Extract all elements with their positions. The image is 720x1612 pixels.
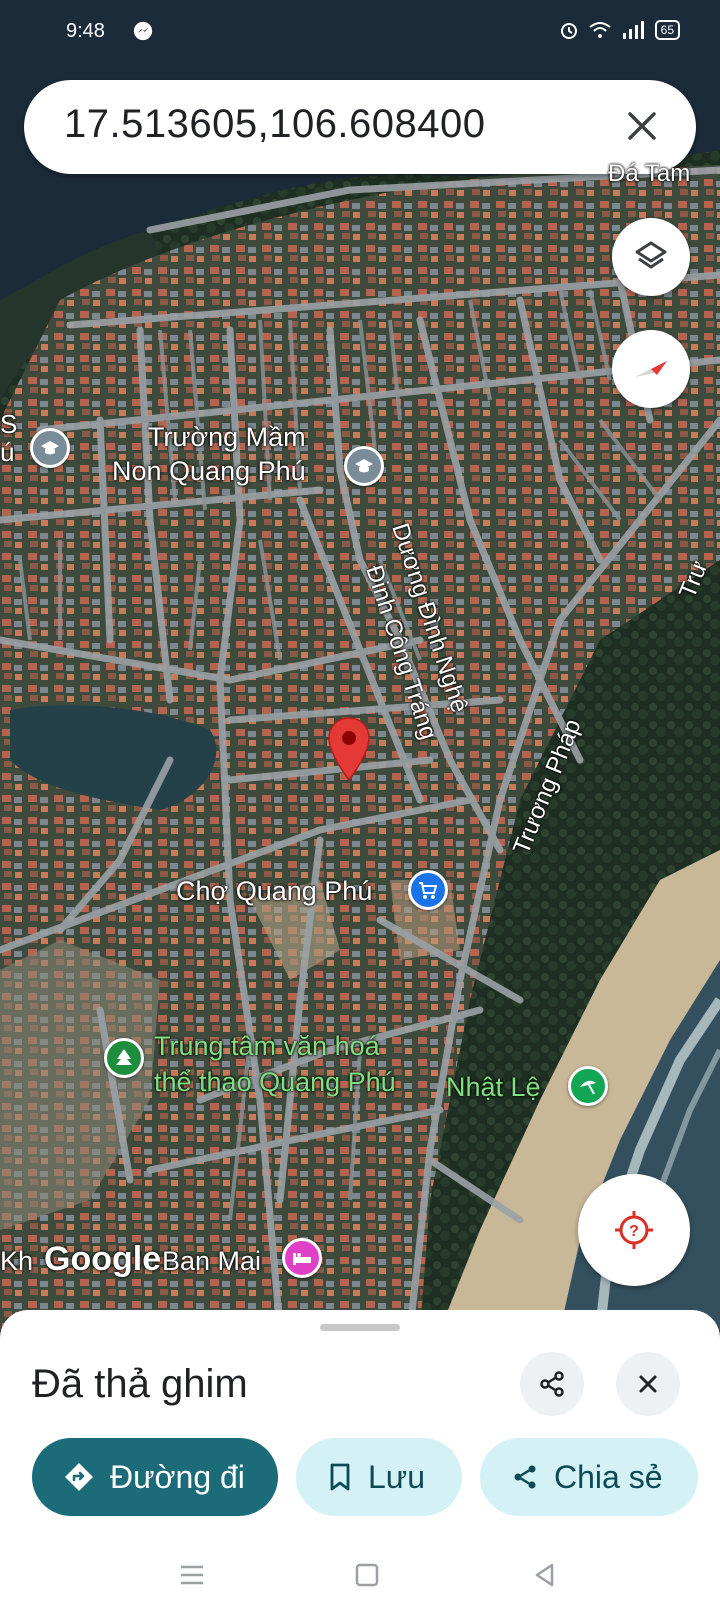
status-bar: 9:48 65 [0, 0, 720, 64]
market-poi[interactable] [408, 870, 448, 910]
map-label-culture-center: Trung tâm văn hoá thể thao Quang Phú [154, 1031, 396, 1097]
wifi-icon [589, 22, 611, 38]
battery-indicator: 65 [654, 20, 680, 40]
map-label-hotel-prefix: Kh [0, 1246, 34, 1276]
search-query[interactable]: 17.513605,106.608400 [64, 102, 486, 147]
svg-text:?: ? [629, 1223, 639, 1240]
menu-icon[interactable] [178, 1562, 206, 1588]
school-icon [355, 459, 373, 473]
close-icon[interactable] [618, 102, 666, 150]
sheet-drag-handle[interactable] [320, 1324, 400, 1331]
compass-icon [635, 361, 667, 377]
map-label-school-left: S ú [0, 409, 18, 467]
map-label-area-top-right: Đá Tam [608, 160, 691, 187]
share-icon [514, 1465, 536, 1489]
save-button[interactable]: Lưu [296, 1438, 462, 1516]
directions-icon [65, 1463, 93, 1491]
map-label-hotel: Ban Mai [162, 1246, 262, 1276]
location-unknown-icon: ? [615, 1211, 653, 1249]
compass-button[interactable] [612, 330, 690, 408]
status-time: 9:48 [66, 20, 105, 42]
close-icon [639, 1375, 657, 1393]
shopping-cart-icon [419, 882, 438, 899]
directions-button[interactable]: Đường đi [32, 1438, 278, 1516]
hotel-poi[interactable] [282, 1238, 322, 1278]
messenger-icon [133, 21, 153, 41]
back-icon[interactable] [532, 1562, 558, 1588]
directions-label: Đường đi [110, 1458, 245, 1495]
share-icon [540, 1371, 564, 1397]
share-button[interactable]: Chia sẻ [480, 1438, 698, 1516]
my-location-button[interactable]: ? [578, 1174, 690, 1286]
close-sheet-button[interactable] [616, 1352, 680, 1416]
map-view[interactable]: 9:48 65 17.513605,106.608400 ? S ú Trườn… [0, 0, 720, 1330]
beach-poi[interactable] [568, 1066, 608, 1106]
dropped-pin-marker[interactable] [326, 716, 372, 784]
school-icon [41, 441, 59, 455]
satellite-imagery [0, 0, 720, 1330]
school-poi-left[interactable] [30, 428, 70, 468]
google-logo: Google [44, 1240, 162, 1278]
system-navigation-bar [0, 1540, 720, 1612]
culture-center-poi[interactable] [104, 1038, 144, 1078]
bookmark-icon [330, 1463, 350, 1491]
tree-icon [116, 1049, 132, 1065]
beach-umbrella-icon [580, 1080, 596, 1095]
search-bar[interactable]: 17.513605,106.608400 [24, 80, 696, 174]
bed-icon [293, 1253, 311, 1265]
map-label-school: Trường Mầm Non Quang Phú [112, 422, 306, 486]
home-icon[interactable] [354, 1562, 380, 1588]
share-label: Chia sẻ [554, 1458, 663, 1495]
sheet-title: Đã thả ghim [32, 1362, 248, 1406]
status-icons: 65 [559, 20, 680, 40]
save-label: Lưu [368, 1458, 426, 1495]
layers-icon [635, 241, 667, 269]
layers-button[interactable] [612, 218, 690, 296]
alarm-icon [560, 23, 577, 39]
signal-icon [622, 21, 644, 39]
school-poi[interactable] [344, 446, 384, 486]
share-icon-button[interactable] [520, 1352, 584, 1416]
map-label-beach: Nhật Lệ [446, 1072, 541, 1102]
map-label-market: Chợ Quang Phú [176, 876, 373, 906]
